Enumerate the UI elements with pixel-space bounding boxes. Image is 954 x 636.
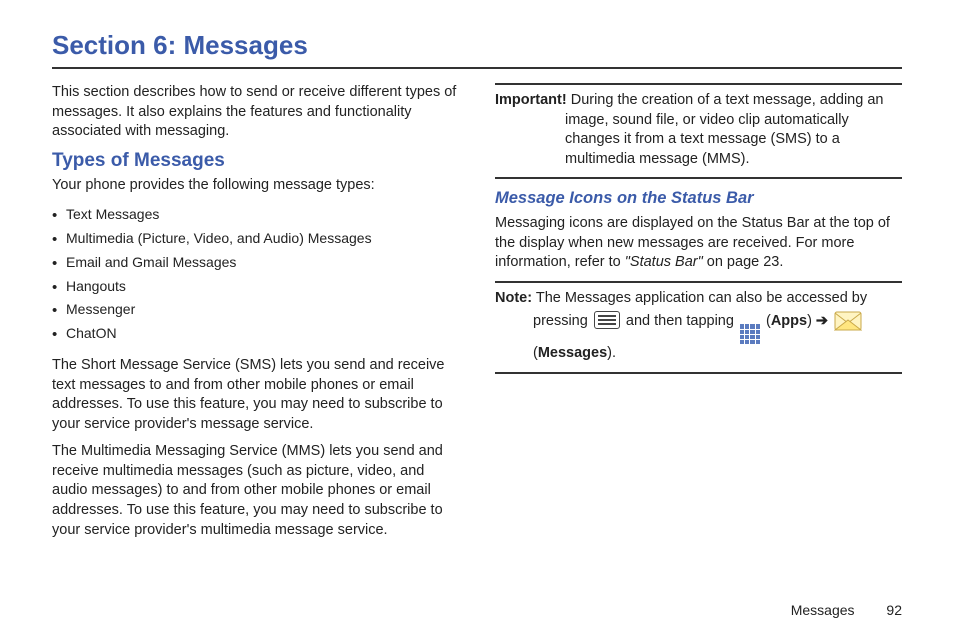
page-footer: Messages 92 bbox=[791, 602, 902, 618]
title-divider bbox=[52, 67, 902, 69]
message-types-list: Text Messages Multimedia (Picture, Video… bbox=[52, 203, 459, 346]
list-item: Email and Gmail Messages bbox=[52, 251, 459, 275]
important-text-rest: image, sound file, or video clip automat… bbox=[495, 111, 902, 170]
list-item: Multimedia (Picture, Video, and Audio) M… bbox=[52, 227, 459, 251]
note-line1: The Messages application can also be acc… bbox=[536, 290, 867, 306]
note-line3: (Messages). bbox=[495, 344, 902, 364]
list-item: Messenger bbox=[52, 298, 459, 322]
list-item: ChatON bbox=[52, 322, 459, 346]
mms-paragraph: The Multimedia Messaging Service (MMS) l… bbox=[52, 442, 459, 540]
menu-button-icon bbox=[594, 311, 620, 329]
column-left: This section describes how to send or re… bbox=[52, 83, 459, 548]
note-and-then: and then tapping bbox=[626, 313, 738, 329]
apps-label: Apps bbox=[771, 313, 807, 329]
status-bar-cross-ref: "Status Bar" bbox=[625, 254, 703, 270]
messages-label: Messages bbox=[538, 345, 607, 361]
envelope-icon bbox=[834, 309, 862, 338]
section-title: Section 6: Messages bbox=[52, 30, 902, 61]
status-bar-paragraph: Messaging icons are displayed on the Sta… bbox=[495, 214, 902, 273]
footer-page-number: 92 bbox=[886, 602, 902, 618]
list-item: Text Messages bbox=[52, 203, 459, 227]
important-text-first: During the creation of a text message, a… bbox=[571, 92, 884, 108]
note-line2: pressing and then tapping (Apps) ➔ bbox=[495, 309, 902, 345]
content-columns: This section describes how to send or re… bbox=[52, 83, 902, 548]
status-bar-heading: Message Icons on the Status Bar bbox=[495, 189, 902, 208]
note-box: Note: The Messages application can also … bbox=[495, 281, 902, 374]
apps-grid-icon bbox=[740, 324, 760, 344]
footer-section-label: Messages bbox=[791, 602, 855, 618]
list-item: Hangouts bbox=[52, 275, 459, 299]
intro-paragraph: This section describes how to send or re… bbox=[52, 83, 459, 142]
important-label: Important! bbox=[495, 92, 567, 108]
note-pressing: pressing bbox=[533, 313, 588, 329]
important-box: Important! During the creation of a text… bbox=[495, 83, 902, 179]
types-of-messages-heading: Types of Messages bbox=[52, 150, 459, 172]
column-right: Important! During the creation of a text… bbox=[495, 83, 902, 548]
types-intro: Your phone provides the following messag… bbox=[52, 176, 459, 196]
status-bar-text-b: on page 23. bbox=[703, 254, 784, 270]
arrow-icon: ➔ bbox=[816, 313, 828, 329]
note-label: Note: bbox=[495, 290, 532, 306]
sms-paragraph: The Short Message Service (SMS) lets you… bbox=[52, 356, 459, 434]
